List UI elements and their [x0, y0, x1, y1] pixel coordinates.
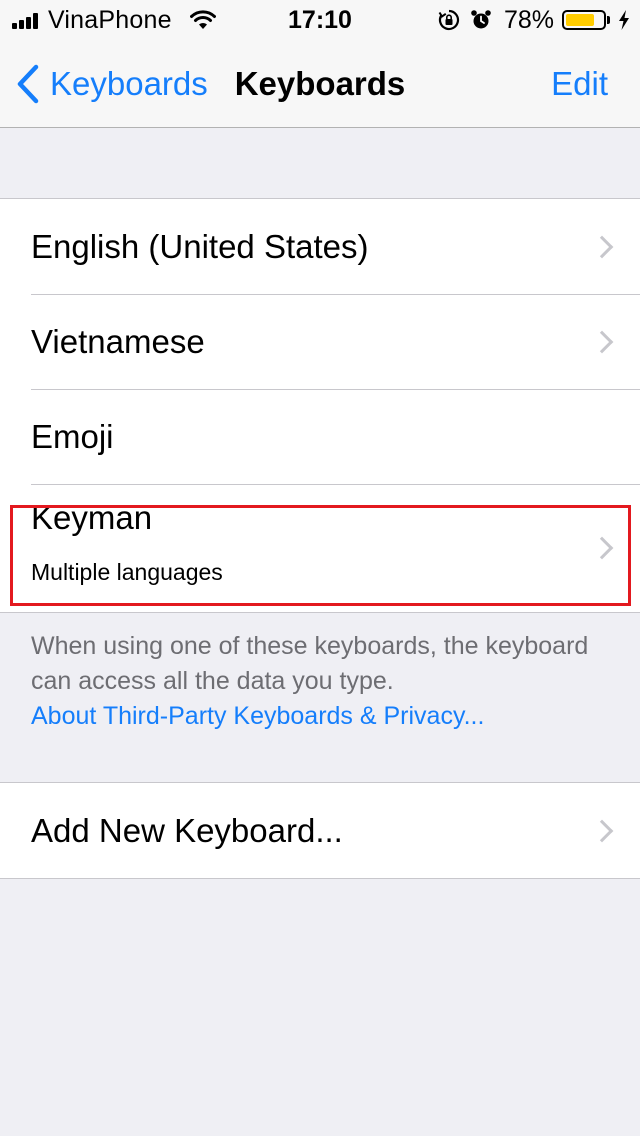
privacy-note-text: When using one of these keyboards, the k… [31, 632, 589, 695]
battery-cap [607, 16, 610, 24]
chevron-right-icon [590, 536, 614, 560]
orientation-lock-icon [438, 9, 460, 31]
keyboard-label: Emoji [31, 418, 114, 455]
edit-button[interactable]: Edit [551, 62, 608, 106]
navigation-bar: Keyboards Keyboards Edit [0, 40, 640, 128]
keyboard-row-vietnamese[interactable]: Vietnamese [0, 294, 640, 389]
chevron-right-icon [590, 235, 614, 258]
status-bar: VinaPhone 17:10 78% [0, 0, 640, 40]
add-new-keyboard-button[interactable]: Add New Keyboard... [0, 783, 640, 878]
battery-percent: 78% [503, 5, 554, 34]
battery-level-fill [566, 14, 594, 26]
alarm-icon [470, 9, 492, 31]
keyboard-row-english[interactable]: English (United States) [0, 199, 640, 294]
keyboard-label: English (United States) [31, 228, 369, 265]
status-bar-right: 78% [428, 6, 630, 34]
charging-icon [618, 10, 630, 30]
keyboard-label: Vietnamese [31, 323, 205, 360]
keyboard-row-emoji[interactable]: Emoji [0, 389, 640, 484]
add-keyboard-group: Add New Keyboard... [0, 782, 640, 879]
privacy-link[interactable]: About Third-Party Keyboards & Privacy... [31, 702, 484, 730]
chevron-right-icon [590, 819, 614, 842]
chevron-right-icon [590, 330, 614, 353]
keyboard-row-keyman[interactable]: Keyman Multiple languages [0, 484, 640, 612]
keyboards-footer-note: When using one of these keyboards, the k… [31, 629, 611, 734]
add-keyboard-label: Add New Keyboard... [31, 812, 343, 849]
keyboard-label: Keyman [31, 499, 153, 536]
keyboards-list: English (United States) Vietnamese Emoji… [0, 198, 640, 613]
keyboard-subtitle: Multiple languages [31, 559, 223, 585]
battery-icon [562, 10, 606, 30]
page-title: Keyboards [234, 65, 406, 102]
